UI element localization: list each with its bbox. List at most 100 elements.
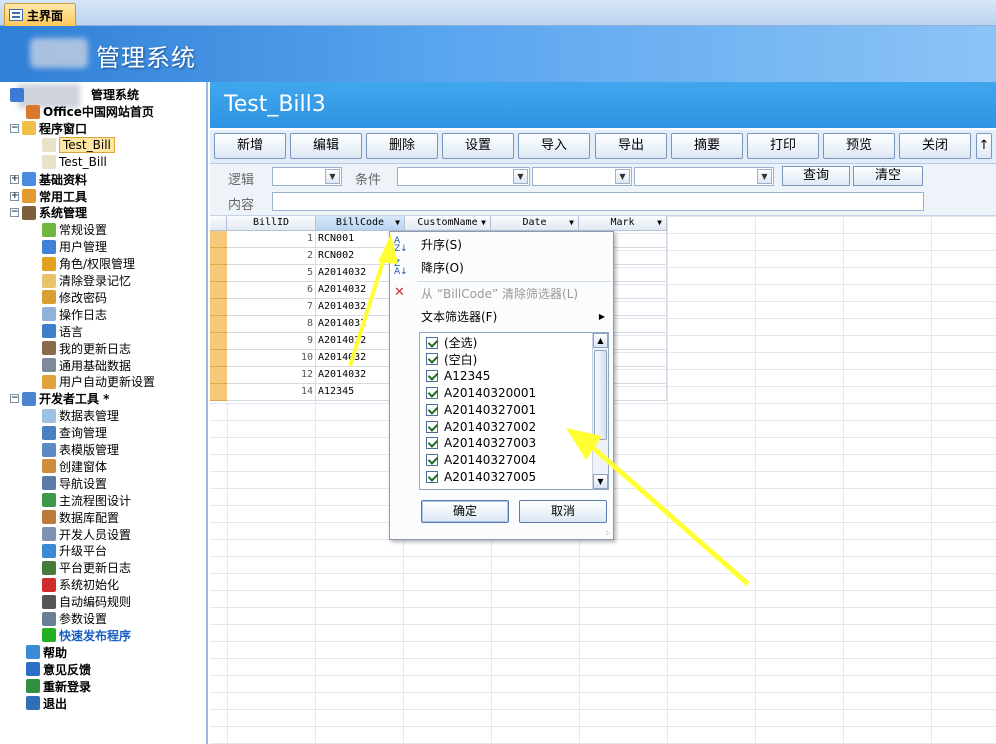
row-selector[interactable] bbox=[210, 384, 227, 401]
checkbox-checked-icon[interactable] bbox=[426, 454, 438, 467]
ok-button[interactable]: 确定 bbox=[421, 500, 509, 523]
sidebar-item-6[interactable]: − 系统管理 bbox=[10, 204, 87, 221]
filter-value-item[interactable]: A20140327004 bbox=[426, 452, 536, 469]
tree-root[interactable]: 管理系统 bbox=[10, 86, 139, 103]
bill-id-cell[interactable]: 12 bbox=[227, 367, 316, 384]
bill-id-cell[interactable]: 14 bbox=[227, 384, 316, 401]
bill-id-cell[interactable]: 8 bbox=[227, 316, 316, 333]
checkbox-checked-icon[interactable] bbox=[426, 386, 438, 399]
filter-value-item[interactable]: A20140327001 bbox=[426, 401, 536, 418]
sidebar-item-27[interactable]: 平台更新日志 bbox=[42, 559, 131, 576]
sidebar-item-3[interactable]: Test_Bill bbox=[42, 154, 107, 171]
bill-id-cell[interactable]: 1 bbox=[227, 231, 316, 248]
operator-select[interactable]: ▼ bbox=[532, 167, 632, 186]
row-selector[interactable] bbox=[210, 231, 227, 248]
filter-value-item[interactable]: (全选) bbox=[426, 334, 477, 351]
toolbar-button-8[interactable]: 预览 bbox=[823, 133, 895, 159]
sidebar-item-21[interactable]: 创建窗体 bbox=[42, 458, 107, 475]
bill-id-cell[interactable]: 6 bbox=[227, 282, 316, 299]
sidebar-item-17[interactable]: − 开发者工具 * bbox=[10, 390, 109, 407]
bill-id-cell[interactable]: 9 bbox=[227, 333, 316, 350]
sidebar-item-16[interactable]: 用户自动更新设置 bbox=[42, 373, 155, 390]
toolbar-button-10[interactable]: ↑ bbox=[976, 133, 992, 159]
toolbar-button-1[interactable]: 编辑 bbox=[290, 133, 362, 159]
sidebar-item-2[interactable]: Test_Bill bbox=[42, 137, 115, 154]
row-selector[interactable] bbox=[210, 299, 227, 316]
column-header[interactable]: Date ▼ bbox=[491, 216, 579, 231]
sidebar-item-22[interactable]: 导航设置 bbox=[42, 475, 107, 492]
list-scrollbar[interactable]: ▲ ▼ bbox=[592, 333, 608, 489]
sidebar-item-9[interactable]: 角色/权限管理 bbox=[42, 255, 135, 272]
toolbar-button-3[interactable]: 设置 bbox=[442, 133, 514, 159]
column-header[interactable]: CustomName ▼ bbox=[405, 216, 491, 231]
bill-id-cell[interactable]: 5 bbox=[227, 265, 316, 282]
sidebar-item-4[interactable]: + 基础资料 bbox=[10, 171, 87, 188]
sidebar-item-31[interactable]: 快速发布程序 bbox=[42, 627, 131, 644]
toolbar-button-7[interactable]: 打印 bbox=[747, 133, 819, 159]
checkbox-checked-icon[interactable] bbox=[426, 470, 438, 483]
collapse-icon[interactable]: − bbox=[10, 123, 19, 133]
toolbar-button-6[interactable]: 摘要 bbox=[671, 133, 743, 159]
filter-value-item[interactable]: A12345 bbox=[426, 368, 490, 385]
row-selector[interactable] bbox=[210, 316, 227, 333]
tab-main[interactable]: 主界面 bbox=[4, 3, 76, 26]
query-button[interactable]: 查询 bbox=[782, 166, 850, 186]
bill-id-cell[interactable]: 2 bbox=[227, 248, 316, 265]
sidebar-item-24[interactable]: 数据库配置 bbox=[42, 509, 119, 526]
sidebar-item-18[interactable]: 数据表管理 bbox=[42, 407, 119, 424]
sidebar-item-10[interactable]: 清除登录记忆 bbox=[42, 272, 131, 289]
filter-value-item[interactable]: A20140327002 bbox=[426, 418, 536, 435]
toolbar-button-9[interactable]: 关闭 bbox=[899, 133, 971, 159]
sidebar-item-15[interactable]: 通用基础数据 bbox=[42, 357, 131, 374]
sidebar-item-30[interactable]: 参数设置 bbox=[42, 610, 107, 627]
text-filter-item[interactable]: 文本筛选器(F) ▶ bbox=[390, 306, 613, 328]
bill-id-cell[interactable]: 10 bbox=[227, 350, 316, 367]
sidebar-item-23[interactable]: 主流程图设计 bbox=[42, 492, 131, 509]
filter-dropdown-icon[interactable]: ▼ bbox=[481, 216, 486, 230]
select-all-corner[interactable] bbox=[210, 216, 227, 231]
filter-value-item[interactable]: A20140327003 bbox=[426, 435, 536, 452]
sidebar-item-8[interactable]: 用户管理 bbox=[42, 238, 107, 255]
filter-dropdown-icon[interactable]: ▼ bbox=[569, 216, 574, 230]
sidebar-item-13[interactable]: 语言 bbox=[42, 323, 83, 340]
clear-button[interactable]: 清空 bbox=[853, 166, 923, 186]
value-select[interactable]: ▼ bbox=[634, 167, 774, 186]
sidebar-item-29[interactable]: 自动编码规则 bbox=[42, 593, 131, 610]
sidebar-item-14[interactable]: 我的更新日志 bbox=[42, 340, 131, 357]
sidebar-item-26[interactable]: 升级平台 bbox=[42, 542, 107, 559]
checkbox-checked-icon[interactable] bbox=[426, 336, 438, 349]
column-header[interactable]: BillID bbox=[227, 216, 316, 231]
sidebar-item-33[interactable]: 意见反馈 bbox=[26, 661, 91, 678]
sidebar-item-35[interactable]: 退出 bbox=[26, 695, 67, 712]
expand-icon[interactable]: + bbox=[10, 174, 19, 184]
toolbar-button-5[interactable]: 导出 bbox=[595, 133, 667, 159]
toolbar-button-0[interactable]: 新增 bbox=[214, 133, 286, 159]
toolbar-button-2[interactable]: 删除 bbox=[366, 133, 438, 159]
sidebar-item-34[interactable]: 重新登录 bbox=[26, 678, 91, 695]
filter-value-item[interactable]: A20140327005 bbox=[426, 468, 536, 485]
scroll-thumb[interactable] bbox=[594, 350, 607, 440]
row-selector[interactable] bbox=[210, 367, 227, 384]
sort-descending-item[interactable]: Z A↓ 降序(O) bbox=[390, 257, 613, 279]
checkbox-checked-icon[interactable] bbox=[426, 403, 438, 416]
row-selector[interactable] bbox=[210, 333, 227, 350]
filter-dropdown-icon[interactable]: ▼ bbox=[657, 216, 662, 230]
filter-value-item[interactable]: A20140320001 bbox=[426, 384, 536, 401]
scroll-down-icon[interactable]: ▼ bbox=[593, 474, 608, 489]
column-header[interactable]: Mark ▼ bbox=[579, 216, 667, 231]
checkbox-checked-icon[interactable] bbox=[426, 370, 438, 383]
content-input[interactable] bbox=[272, 192, 924, 211]
sort-ascending-item[interactable]: A Z↓ 升序(S) bbox=[390, 234, 613, 256]
sidebar-item-20[interactable]: 表模版管理 bbox=[42, 441, 119, 458]
row-selector[interactable] bbox=[210, 265, 227, 282]
column-header[interactable]: BillCode ▼ bbox=[316, 216, 405, 231]
sidebar-item-32[interactable]: 帮助 bbox=[26, 644, 67, 661]
cancel-button[interactable]: 取消 bbox=[519, 500, 607, 523]
sidebar-item-11[interactable]: 修改密码 bbox=[42, 289, 107, 306]
sidebar-item-12[interactable]: 操作日志 bbox=[42, 306, 107, 323]
sidebar-item-28[interactable]: 系统初始化 bbox=[42, 576, 119, 593]
checkbox-checked-icon[interactable] bbox=[426, 420, 438, 433]
collapse-icon[interactable]: − bbox=[10, 208, 19, 218]
toolbar-button-4[interactable]: 导入 bbox=[518, 133, 590, 159]
row-selector[interactable] bbox=[210, 282, 227, 299]
